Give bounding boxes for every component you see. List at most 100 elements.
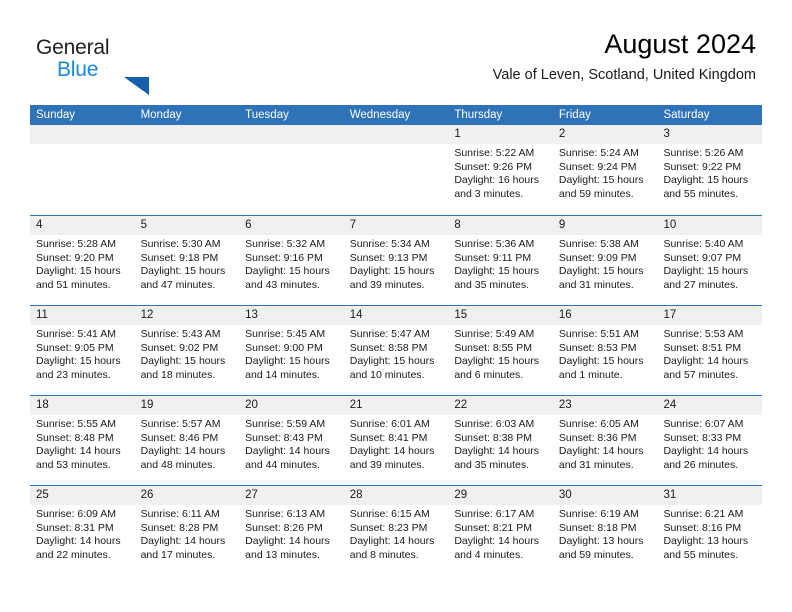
- calendar-day-cell[interactable]: 15 Sunrise: 5:49 AM Sunset: 8:55 PM Dayligh…: [448, 306, 553, 395]
- day-detail-line: and 55 minutes.: [663, 548, 739, 561]
- calendar-day-cell[interactable]: 13 Sunrise: 5:45 AM Sunset: 9:00 PM Dayligh…: [239, 306, 344, 395]
- day-detail-line: Daylight: 14 hours: [558, 445, 644, 458]
- day-detail-line: and 13 minutes.: [245, 548, 320, 561]
- day-number: 20: [245, 399, 258, 411]
- day-detail-lines: Sunrise: 5:26 AM Sunset: 9:22 PM Daylight:…: [663, 147, 759, 201]
- day-detail-lines: Sunrise: 5:32 AM Sunset: 9:16 PM Daylight:…: [245, 238, 341, 292]
- day-detail-line: and 44 minutes.: [245, 458, 320, 471]
- day-detail-line: Sunset: 8:36 PM: [558, 431, 637, 444]
- weekday-header-monday: Monday: [140, 109, 182, 121]
- day-detail-lines: Sunrise: 5:40 AM Sunset: 9:07 PM Daylight:…: [663, 238, 759, 292]
- day-detail-line: Sunset: 8:28 PM: [140, 521, 219, 534]
- day-detail-line: Sunset: 8:46 PM: [140, 431, 219, 444]
- calendar-day-cell[interactable]: 1 Sunrise: 5:22 AM Sunset: 9:26 PM Daylight…: [448, 125, 553, 215]
- calendar-day-cell[interactable]: 6 Sunrise: 5:32 AM Sunset: 9:16 PM Daylight…: [239, 216, 344, 305]
- calendar-day-cell[interactable]: 24 Sunrise: 6:07 AM Sunset: 8:33 PM Dayligh…: [657, 396, 762, 485]
- day-detail-line: Sunrise: 6:03 AM: [454, 418, 535, 430]
- calendar-day-cell[interactable]: 2 Sunrise: 5:24 AM Sunset: 9:24 PM Daylight…: [553, 125, 658, 215]
- day-detail-line: Sunset: 9:02 PM: [140, 341, 219, 354]
- calendar-day-cell[interactable]: 14 Sunrise: 5:47 AM Sunset: 8:58 PM Dayligh…: [344, 306, 449, 395]
- calendar-day-cell-empty: [135, 125, 240, 215]
- weekday-header-wednesday: Wednesday: [349, 109, 411, 121]
- day-number: 31: [663, 489, 677, 501]
- day-number: 23: [558, 399, 572, 411]
- brand-logo[interactable]: General Blue: [36, 36, 236, 95]
- day-detail-line: Sunrise: 5:55 AM: [36, 418, 116, 430]
- calendar-table: Sunday Monday Tuesday Wednesday Thursday Frid…: [30, 105, 762, 575]
- day-number: 13: [245, 309, 258, 321]
- day-detail-line: Sunset: 8:38 PM: [454, 431, 532, 444]
- day-detail-line: Sunrise: 6:19 AM: [558, 508, 639, 520]
- day-detail-line: Sunrise: 6:17 AM: [454, 508, 535, 520]
- calendar-day-cell[interactable]: 11 Sunrise: 5:41 AM Sunset: 9:05 PM Dayligh…: [30, 306, 135, 395]
- calendar-day-cell[interactable]: 19 Sunrise: 5:57 AM Sunset: 8:46 PM Dayligh…: [135, 396, 240, 485]
- day-detail-line: Daylight: 13 hours: [558, 535, 644, 548]
- day-detail-lines: Sunrise: 5:59 AM Sunset: 8:43 PM Daylight:…: [245, 418, 341, 472]
- day-detail-line: and 22 minutes.: [36, 548, 111, 561]
- calendar-day-cell-empty: [239, 125, 344, 215]
- calendar-day-cell[interactable]: 29 Sunrise: 6:17 AM Sunset: 8:21 PM Dayligh…: [448, 486, 553, 575]
- day-detail-line: Sunrise: 6:11 AM: [140, 508, 220, 520]
- day-detail-line: Sunrise: 5:49 AM: [454, 328, 535, 340]
- weekday-header-saturday: Saturday: [663, 109, 710, 121]
- calendar-day-cell[interactable]: 3 Sunrise: 5:26 AM Sunset: 9:22 PM Daylight…: [657, 125, 762, 215]
- calendar-day-cell[interactable]: 30 Sunrise: 6:19 AM Sunset: 8:18 PM Dayligh…: [553, 486, 658, 575]
- day-detail-lines: Sunrise: 6:11 AM Sunset: 8:28 PM Daylight:…: [141, 508, 237, 562]
- day-number: 4: [36, 219, 43, 231]
- calendar-day-cell[interactable]: 25 Sunrise: 6:09 AM Sunset: 8:31 PM Dayligh…: [30, 486, 135, 575]
- day-detail-line: Sunset: 9:09 PM: [558, 251, 637, 264]
- calendar-day-cell[interactable]: 16 Sunrise: 5:51 AM Sunset: 8:53 PM Dayligh…: [553, 306, 658, 395]
- page-header: General Blue August 2024 Vale of Leven, …: [0, 0, 792, 104]
- calendar-day-cell[interactable]: 18 Sunrise: 5:55 AM Sunset: 8:48 PM Dayligh…: [30, 396, 135, 485]
- week-day-cells: 1 Sunrise: 5:22 AM Sunset: 9:26 PM Daylight…: [30, 125, 762, 215]
- calendar-day-cell[interactable]: 17 Sunrise: 5:53 AM Sunset: 8:51 PM Dayligh…: [657, 306, 762, 395]
- day-detail-line: and 8 minutes.: [349, 548, 419, 561]
- calendar-day-cell[interactable]: 22 Sunrise: 6:03 AM Sunset: 8:38 PM Dayligh…: [448, 396, 553, 485]
- day-detail-line: Daylight: 14 hours: [140, 535, 226, 548]
- calendar-day-cell[interactable]: 5 Sunrise: 5:30 AM Sunset: 9:18 PM Daylight…: [135, 216, 240, 305]
- day-detail-line: and 10 minutes.: [349, 368, 425, 381]
- day-detail-lines: Sunrise: 6:07 AM Sunset: 8:33 PM Daylight:…: [663, 418, 759, 472]
- calendar-day-cell[interactable]: 10 Sunrise: 5:40 AM Sunset: 9:07 PM Dayligh…: [657, 216, 762, 305]
- calendar-day-cell-empty: [30, 125, 135, 215]
- calendar-day-cell[interactable]: 21 Sunrise: 6:01 AM Sunset: 8:41 PM Dayligh…: [344, 396, 449, 485]
- calendar-day-cell[interactable]: 9 Sunrise: 5:38 AM Sunset: 9:09 PM Daylight…: [553, 216, 658, 305]
- day-number: 7: [349, 219, 357, 231]
- calendar-day-cell[interactable]: 12 Sunrise: 5:43 AM Sunset: 9:02 PM Dayligh…: [135, 306, 240, 395]
- day-detail-line: Sunset: 9:13 PM: [349, 251, 428, 264]
- day-detail-line: Sunrise: 5:30 AM: [140, 238, 221, 250]
- day-detail-line: and 26 minutes.: [663, 458, 739, 471]
- calendar-day-cell[interactable]: 28 Sunrise: 6:15 AM Sunset: 8:23 PM Dayligh…: [344, 486, 449, 575]
- day-number: 12: [140, 309, 154, 321]
- day-detail-line: Sunset: 9:26 PM: [454, 160, 532, 173]
- day-number: 30: [558, 489, 572, 501]
- day-detail-line: Daylight: 15 hours: [140, 355, 226, 368]
- day-detail-line: Sunset: 8:58 PM: [349, 341, 428, 354]
- day-detail-lines: Sunrise: 6:17 AM Sunset: 8:21 PM Daylight:…: [454, 508, 550, 562]
- calendar-week-row: 25 Sunrise: 6:09 AM Sunset: 8:31 PM Dayligh…: [30, 485, 762, 575]
- day-number: 19: [140, 399, 154, 411]
- day-detail-line: Sunrise: 5:24 AM: [558, 147, 639, 159]
- calendar-day-cell[interactable]: 7 Sunrise: 5:34 AM Sunset: 9:13 PM Daylight…: [344, 216, 449, 305]
- calendar-day-cell[interactable]: 26 Sunrise: 6:11 AM Sunset: 8:28 PM Dayligh…: [135, 486, 240, 575]
- day-detail-line: Daylight: 14 hours: [663, 355, 749, 368]
- calendar-day-cell[interactable]: 27 Sunrise: 6:13 AM Sunset: 8:26 PM Dayligh…: [239, 486, 344, 575]
- day-detail-line: Sunrise: 5:45 AM: [245, 328, 326, 340]
- calendar-day-cell[interactable]: 4 Sunrise: 5:28 AM Sunset: 9:20 PM Daylight…: [30, 216, 135, 305]
- day-detail-line: and 53 minutes.: [36, 458, 111, 471]
- day-detail-line: Sunset: 8:31 PM: [36, 521, 114, 534]
- calendar-day-cell[interactable]: 31 Sunrise: 6:21 AM Sunset: 8:16 PM Dayligh…: [657, 486, 762, 575]
- triangle-logo-icon: [124, 77, 149, 95]
- calendar-day-cell[interactable]: 20 Sunrise: 5:59 AM Sunset: 8:43 PM Dayligh…: [239, 396, 344, 485]
- title-block: August 2024 Vale of Leven, Scotland, Uni…: [493, 28, 756, 84]
- day-number: 10: [663, 219, 677, 231]
- day-detail-line: and 39 minutes.: [349, 458, 425, 471]
- calendar-day-cell[interactable]: 8 Sunrise: 5:36 AM Sunset: 9:11 PM Daylight…: [448, 216, 553, 305]
- day-detail-line: Sunrise: 6:21 AM: [663, 508, 744, 520]
- calendar-day-cell[interactable]: 23 Sunrise: 6:05 AM Sunset: 8:36 PM Dayligh…: [553, 396, 658, 485]
- day-number: 27: [245, 489, 258, 501]
- day-detail-line: Daylight: 14 hours: [349, 535, 435, 548]
- day-detail-line: Sunset: 8:51 PM: [663, 341, 742, 354]
- day-detail-lines: Sunrise: 5:22 AM Sunset: 9:26 PM Daylight:…: [454, 147, 550, 201]
- day-detail-line: Daylight: 14 hours: [36, 535, 121, 548]
